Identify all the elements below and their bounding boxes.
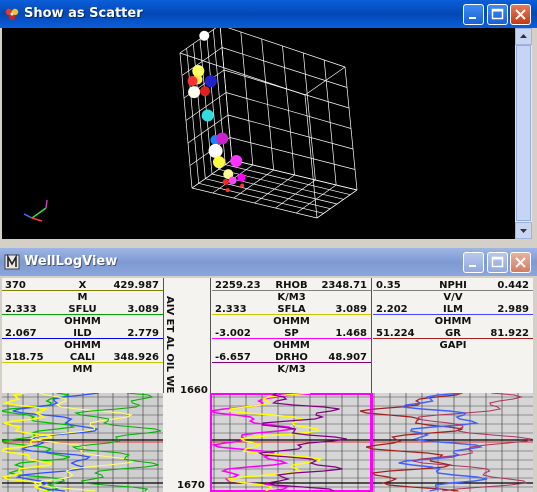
box-grid-line	[231, 159, 358, 191]
scatter-window: Show as Scatter	[0, 0, 537, 243]
scatter-point	[216, 132, 229, 145]
curve-unit: MM	[72, 364, 93, 375]
box-grid-line	[304, 94, 318, 219]
minimize-button[interactable]	[463, 4, 484, 25]
box-grid-line	[323, 59, 337, 186]
curve-color-line	[373, 290, 533, 291]
close-icon	[515, 9, 526, 20]
minimize-icon	[469, 265, 476, 267]
scatter-point	[204, 75, 217, 88]
scatter-point	[187, 76, 198, 87]
close-button[interactable]	[510, 252, 531, 273]
log-tracks[interactable]	[2, 393, 533, 492]
curve-color-line	[2, 338, 163, 339]
close-button[interactable]	[510, 4, 531, 25]
arrow-down-icon	[520, 229, 527, 233]
box-grid-line	[221, 47, 348, 88]
scatter-point	[201, 109, 214, 122]
curve-color-line	[212, 338, 371, 339]
curve-header: 370 X 429.987 M 2.333 SFLU 3.089 OHMM 2.067 ILD 2.…	[2, 278, 533, 393]
track-divider	[371, 278, 372, 393]
scroll-up-button[interactable]	[515, 28, 532, 45]
curve-unit: OHMM	[434, 316, 472, 327]
log-curves-plot	[2, 393, 533, 492]
curve-color-line	[212, 362, 371, 363]
maximize-icon	[491, 256, 504, 268]
curve-color-line	[373, 314, 533, 315]
scroll-thumb[interactable]	[516, 45, 531, 221]
scatter-point	[199, 86, 210, 97]
curve-color-line	[2, 290, 163, 291]
scatter-point	[199, 30, 210, 41]
curve-unit: M	[77, 292, 88, 303]
scatter-point	[240, 183, 245, 188]
curve-unit: OHMM	[64, 340, 101, 351]
close-icon	[515, 257, 526, 268]
vertical-scrollbar[interactable]	[515, 28, 532, 239]
scatter-titlebar[interactable]: Show as Scatter	[0, 0, 537, 28]
scatter-point	[230, 154, 243, 167]
box-grid-line	[282, 45, 295, 176]
welllog-app-icon	[4, 254, 20, 270]
scatter-points	[187, 30, 246, 193]
minimize-icon	[469, 17, 476, 19]
curve-unit: K/M3	[277, 364, 306, 375]
welllog-titlebar[interactable]: WellLogView	[0, 248, 537, 276]
scatter-point	[208, 143, 223, 158]
curve-unit: V/V	[443, 292, 463, 303]
window-title: WellLogView	[24, 254, 118, 269]
curve-color-line	[212, 314, 371, 315]
bounding-box	[179, 28, 358, 219]
curve-color-line	[2, 362, 163, 363]
curve-color-line	[212, 290, 371, 291]
scatter-point	[213, 156, 225, 169]
depth-label-bottom: 1670	[175, 480, 207, 492]
depth-track-background	[163, 393, 210, 492]
track-divider	[210, 278, 211, 393]
scatter-point	[188, 86, 201, 99]
scatter-3d-canvas[interactable]	[2, 28, 515, 239]
scroll-down-button[interactable]	[515, 222, 532, 239]
maximize-button[interactable]	[487, 252, 508, 273]
box-grid-line	[344, 66, 358, 191]
arrow-up-icon	[520, 34, 527, 38]
curve-unit: OHMM	[64, 316, 101, 327]
curve-unit: OHMM	[273, 340, 310, 351]
scatter-plot	[23, 28, 358, 222]
maximize-button[interactable]	[487, 4, 508, 25]
minimize-button[interactable]	[463, 252, 484, 273]
curve-unit: OHMM	[273, 316, 310, 327]
scatter-point	[237, 173, 246, 182]
scatter-point	[222, 178, 229, 185]
curve-unit: GAPI	[439, 340, 467, 351]
scatter-point	[225, 188, 230, 193]
maximize-icon	[491, 8, 504, 20]
app-icon	[5, 8, 19, 21]
scatter-point	[228, 176, 237, 185]
curve-color-line	[373, 338, 533, 339]
axis-triad-icon	[23, 199, 48, 222]
curve-color-line	[2, 314, 163, 315]
curve-unit: K/M3	[277, 292, 306, 303]
window-title: Show as Scatter	[24, 6, 143, 21]
box-grid-line	[302, 52, 316, 181]
box-grid-line	[218, 168, 344, 200]
